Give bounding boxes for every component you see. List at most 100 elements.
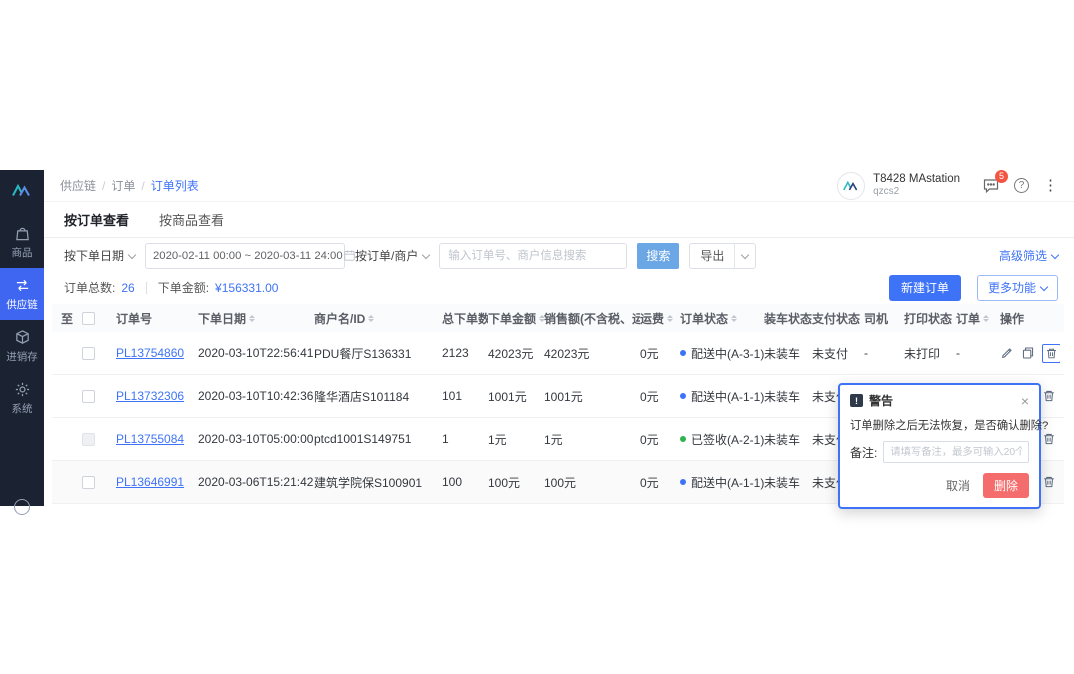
order-link[interactable]: PL13754860: [116, 346, 184, 360]
amount-cell: 42023元: [488, 345, 544, 362]
column-header-status[interactable]: 订单状态: [680, 310, 764, 327]
row-checkbox-cell: [82, 390, 116, 403]
user-info[interactable]: T8428 MAstation qzcs2: [873, 172, 960, 199]
confirm-delete-button[interactable]: 删除: [983, 473, 1029, 498]
messages-button[interactable]: 5: [982, 177, 1000, 195]
user-subname: qzcs2: [873, 186, 960, 199]
order-no-cell: PL13646991: [116, 475, 198, 489]
copy-icon[interactable]: [1021, 346, 1035, 360]
date-range-input[interactable]: 2020-02-11 00:00 ~ 2020-03-11 24:00: [145, 243, 345, 269]
row-checkbox-disabled: [82, 433, 95, 446]
row-checkbox[interactable]: [82, 476, 95, 489]
load-status-cell: 未装车: [764, 345, 812, 362]
delete-icon[interactable]: [1042, 432, 1056, 446]
status-dot: [680, 436, 686, 442]
export-caret[interactable]: [734, 244, 755, 268]
popup-footer: 取消 删除: [850, 473, 1029, 498]
tab-order-view[interactable]: 按订单查看: [64, 200, 129, 239]
sidebar-item-supply-chain[interactable]: 供应链: [0, 268, 44, 320]
sales-cell: 1元: [544, 431, 640, 448]
order-count-label: 订单总数:: [64, 279, 115, 296]
advanced-filter-label: 高级筛选: [999, 247, 1047, 264]
more-functions-label: 更多功能: [988, 279, 1036, 296]
note-input[interactable]: [883, 441, 1029, 463]
qty-cell: 100: [442, 475, 488, 489]
date-type-dropdown[interactable]: 按下单日期: [64, 247, 135, 264]
sort-icon[interactable]: [667, 315, 673, 322]
merchant-cell: 隆华酒店S101184: [314, 388, 442, 405]
amount-cell: 100元: [488, 474, 544, 491]
edit-icon[interactable]: [1000, 346, 1014, 360]
sidebar-item-inventory[interactable]: 进销存: [0, 320, 44, 372]
delete-icon[interactable]: [1042, 389, 1056, 403]
column-header-merchant[interactable]: 商户名/ID: [314, 310, 442, 327]
order-date-cell: 2020-03-10T22:56:41: [198, 346, 314, 360]
search-button[interactable]: 搜索: [637, 243, 679, 269]
sort-icon[interactable]: [983, 315, 989, 322]
more-menu-icon[interactable]: ⋮: [1043, 178, 1058, 193]
column-header-print-status[interactable]: 打印状态: [904, 310, 956, 327]
order-link[interactable]: PL13732306: [116, 389, 184, 403]
new-order-button[interactable]: 新建订单: [889, 275, 961, 301]
column-header-order-extra[interactable]: 订单: [956, 310, 1000, 327]
sort-up-arrow: [368, 315, 374, 318]
pay-status-cell: 未支付: [812, 345, 864, 362]
close-icon[interactable]: ×: [1021, 394, 1029, 408]
supply-chain-icon: [14, 277, 31, 294]
advanced-filter-link[interactable]: 高级筛选: [999, 247, 1058, 264]
amount-cell: 1001元: [488, 388, 544, 405]
column-header-sales[interactable]: 销售额(不含税、运): [544, 310, 640, 327]
breadcrumb-orders[interactable]: 订单: [111, 177, 150, 194]
order-link[interactable]: PL13755084: [116, 432, 184, 446]
column-label: 订单状态: [680, 310, 728, 327]
delete-icon[interactable]: [1042, 475, 1056, 489]
column-label: 下单日期: [198, 310, 246, 327]
notification-badge: 5: [995, 170, 1008, 183]
order-no-cell: PL13754860: [116, 346, 198, 360]
cancel-button[interactable]: 取消: [946, 477, 970, 494]
sort-icon[interactable]: [368, 315, 374, 322]
column-header-freight[interactable]: 运费: [640, 310, 680, 327]
calendar-icon: [343, 249, 356, 262]
note-label: 备注:: [850, 444, 877, 461]
note-row: 备注:: [850, 441, 1029, 463]
more-functions-button[interactable]: 更多功能: [977, 275, 1058, 301]
date-type-label: 按下单日期: [64, 247, 124, 264]
search-type-label: 按订单/商户: [355, 247, 418, 264]
row-checkbox[interactable]: [82, 390, 95, 403]
amount-cell: 1元: [488, 431, 544, 448]
extra-cell: -: [956, 346, 1000, 360]
row-checkbox-cell: [82, 476, 116, 489]
column-label: 商户名/ID: [314, 310, 365, 327]
screen: 商品 供应链 进销存: [0, 0, 1074, 674]
app-logo[interactable]: [0, 170, 44, 216]
sidebar-item-system[interactable]: 系统: [0, 372, 44, 424]
order-link[interactable]: PL13646991: [116, 475, 184, 489]
breadcrumb-supply-chain[interactable]: 供应链: [60, 177, 111, 194]
sort-icon[interactable]: [249, 315, 255, 322]
column-header-order-no: 订单号: [116, 310, 198, 327]
summary-bar: 订单总数: 26 下单金额: ¥156331.00 新建订单 更多功能: [44, 273, 1074, 304]
load-status-cell: 未装车: [764, 431, 812, 448]
sidebar-item-goods[interactable]: 商品: [0, 216, 44, 268]
help-icon[interactable]: ?: [1014, 178, 1029, 193]
search-type-dropdown[interactable]: 按订单/商户: [355, 247, 429, 264]
row-checkbox[interactable]: [82, 347, 95, 360]
search-input[interactable]: [439, 243, 627, 269]
column-header-order-date[interactable]: 下单日期: [198, 310, 314, 327]
select-all-checkbox[interactable]: [82, 312, 95, 325]
sort-icon[interactable]: [731, 315, 737, 322]
export-button[interactable]: 导出: [689, 243, 756, 269]
freight-cell: 0元: [640, 388, 680, 405]
column-header-amount[interactable]: 下单金额: [488, 310, 544, 327]
order-date-cell: 2020-03-10T05:00:00: [198, 432, 314, 446]
partial-icon: [14, 499, 30, 515]
view-tabs: 按订单查看 按商品查看: [44, 202, 1074, 238]
qty-cell: 2123: [442, 346, 488, 360]
goods-icon: [14, 225, 31, 242]
order-date-cell: 2020-03-06T15:21:42: [198, 475, 314, 489]
delete-icon-highlighted[interactable]: [1042, 344, 1060, 363]
avatar[interactable]: [837, 172, 865, 200]
column-label: 订单: [956, 310, 980, 327]
tab-goods-view[interactable]: 按商品查看: [159, 200, 224, 239]
